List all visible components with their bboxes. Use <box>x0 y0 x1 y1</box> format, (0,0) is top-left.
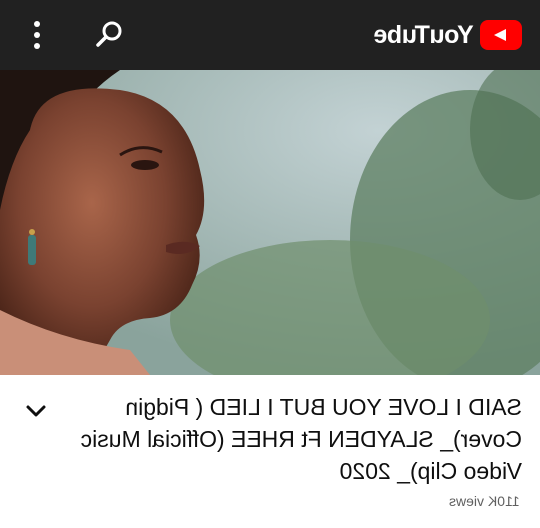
youtube-logo[interactable]: YouTube <box>374 19 522 51</box>
search-icon-graphic <box>96 21 122 47</box>
menu-dot <box>34 43 40 49</box>
video-player[interactable] <box>0 70 540 375</box>
menu-dot <box>34 21 40 27</box>
youtube-play-logo-icon <box>480 20 522 50</box>
chevron-down-icon[interactable] <box>24 399 48 423</box>
top-app-bar: YouTube <box>0 0 540 70</box>
more-options-icon[interactable] <box>22 18 52 52</box>
brand-name: YouTube <box>374 21 474 49</box>
menu-dot <box>34 32 40 38</box>
video-info: SAID I LOVE YOU BUT I LIED ( Pidgin Cove… <box>0 375 540 528</box>
search-icon[interactable] <box>92 18 126 52</box>
chevron-down-icon-graphic <box>26 405 46 417</box>
video-title[interactable]: SAID I LOVE YOU BUT I LIED ( Pidgin Cove… <box>70 391 522 487</box>
video-frame-image <box>0 70 540 375</box>
view-count: 110K views <box>449 493 520 509</box>
